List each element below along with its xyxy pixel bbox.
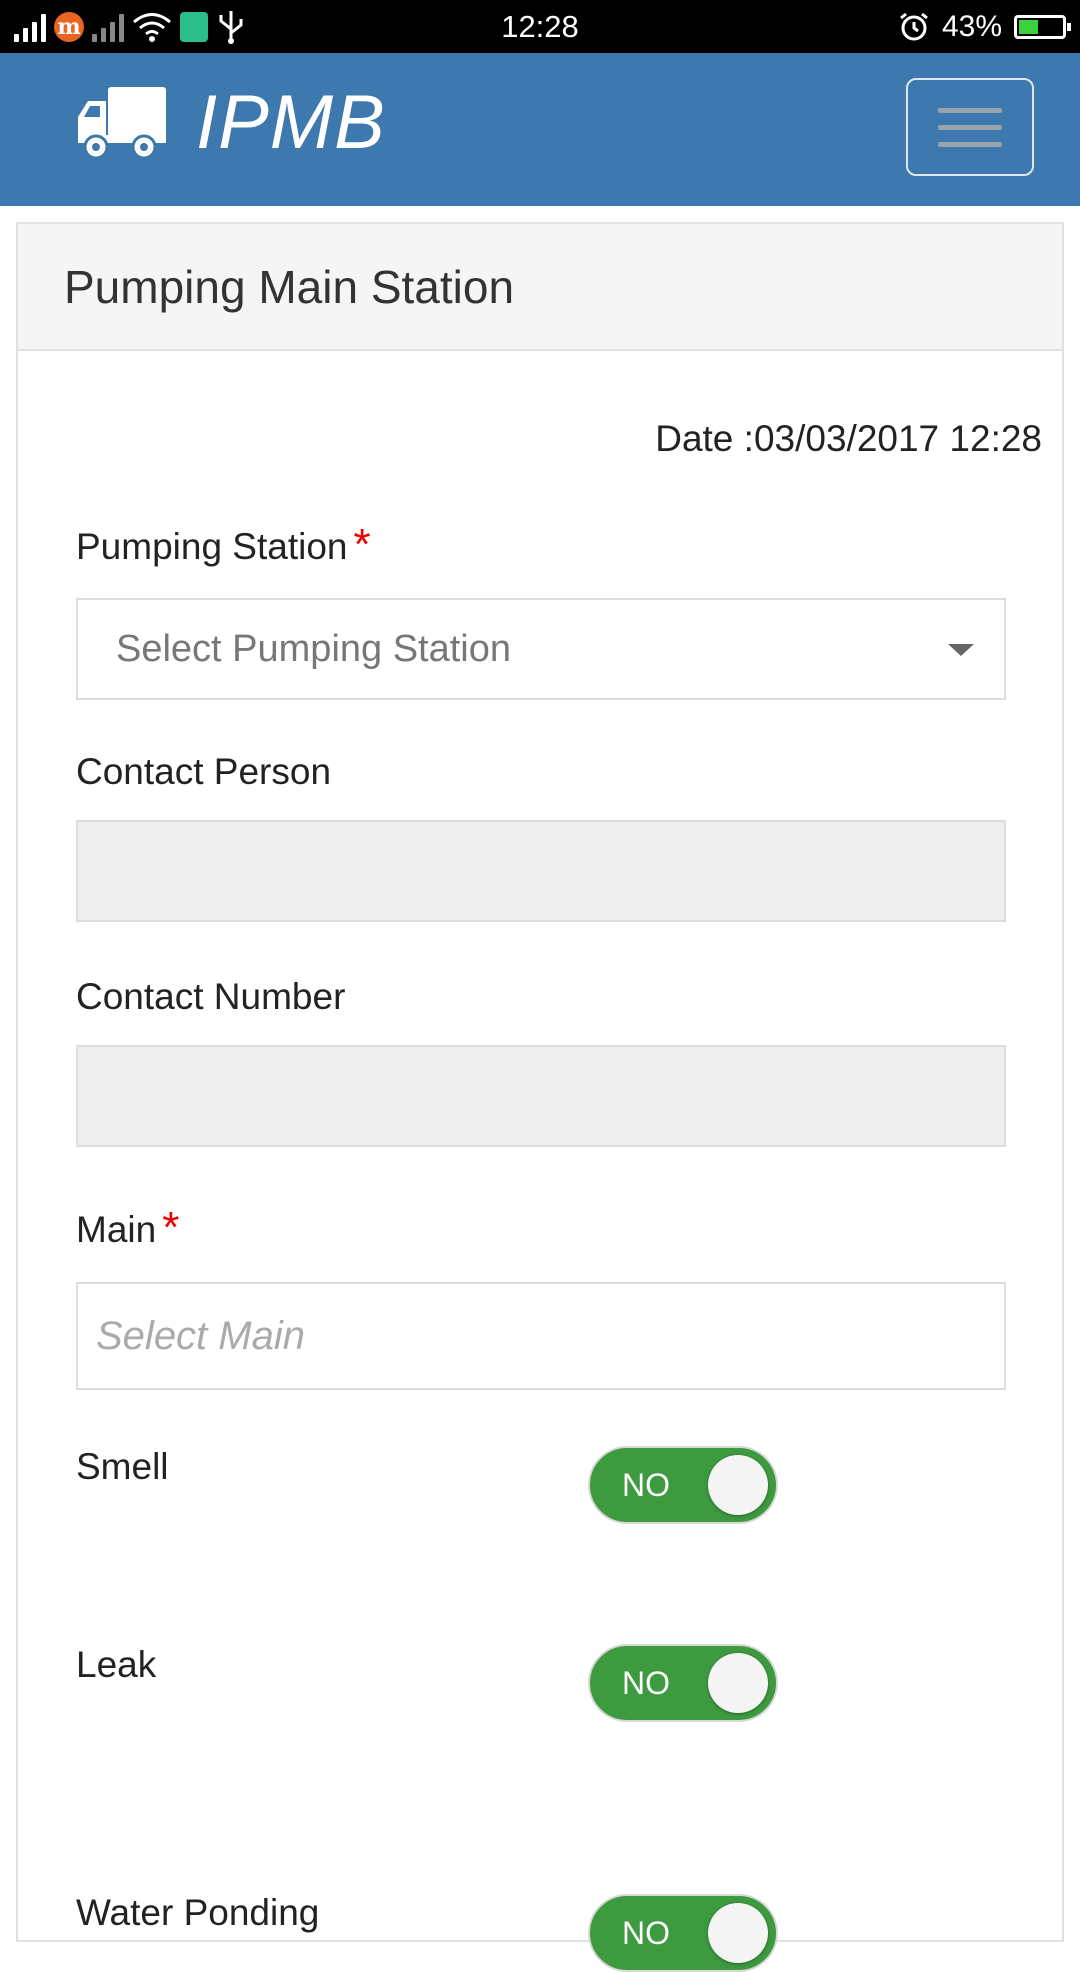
chevron-down-icon xyxy=(948,644,974,656)
toggle-knob xyxy=(708,1903,768,1963)
smell-label: Smell xyxy=(76,1446,169,1487)
brand[interactable]: IPMB xyxy=(78,79,386,166)
truck-icon xyxy=(78,86,166,159)
main-input[interactable] xyxy=(76,1282,1006,1390)
date-line: Date :03/03/2017 12:28 xyxy=(655,418,1042,459)
contact-number-label: Contact Number xyxy=(76,976,346,1017)
alarm-icon xyxy=(900,12,928,40)
battery-percent: 43% xyxy=(941,9,1002,43)
leak-label: Leak xyxy=(76,1644,157,1685)
toggle-knob xyxy=(708,1653,768,1713)
battery-icon xyxy=(1014,14,1071,39)
pumping-station-selected-text: Select Pumping Station xyxy=(116,627,512,670)
contact-person-label: Contact Person xyxy=(76,751,332,792)
water-ponding-toggle[interactable]: NO xyxy=(588,1894,778,1972)
pumping-station-select[interactable]: Select Pumping Station xyxy=(76,598,1006,700)
leak-toggle-state: NO xyxy=(622,1665,670,1701)
leak-toggle[interactable]: NO xyxy=(588,1644,778,1722)
form-panel: Pumping Main Station Date :03/03/2017 12… xyxy=(16,222,1064,1972)
smell-toggle-state: NO xyxy=(622,1467,670,1503)
menu-toggle-button[interactable] xyxy=(906,78,1034,176)
contact-person-field xyxy=(76,820,1006,922)
water-ponding-label: Water Ponding xyxy=(76,1892,320,1933)
toggle-knob xyxy=(708,1455,768,1515)
hamburger-icon xyxy=(938,107,1002,113)
panel-title: Pumping Main Station xyxy=(18,224,1062,351)
status-bar: m 12:28 43% xyxy=(0,0,1080,53)
water-ponding-toggle-state: NO xyxy=(622,1915,670,1951)
pumping-station-label: Pumping Station * xyxy=(76,520,371,569)
main-label: Main * xyxy=(76,1203,180,1252)
contact-number-field xyxy=(76,1045,1006,1147)
status-icons-right: 43% xyxy=(898,0,1071,53)
smell-toggle[interactable]: NO xyxy=(588,1446,778,1524)
required-mark: * xyxy=(162,1203,180,1252)
app-header: IPMB xyxy=(0,53,1080,206)
required-mark: * xyxy=(353,520,371,569)
app-name: IPMB xyxy=(196,80,386,165)
